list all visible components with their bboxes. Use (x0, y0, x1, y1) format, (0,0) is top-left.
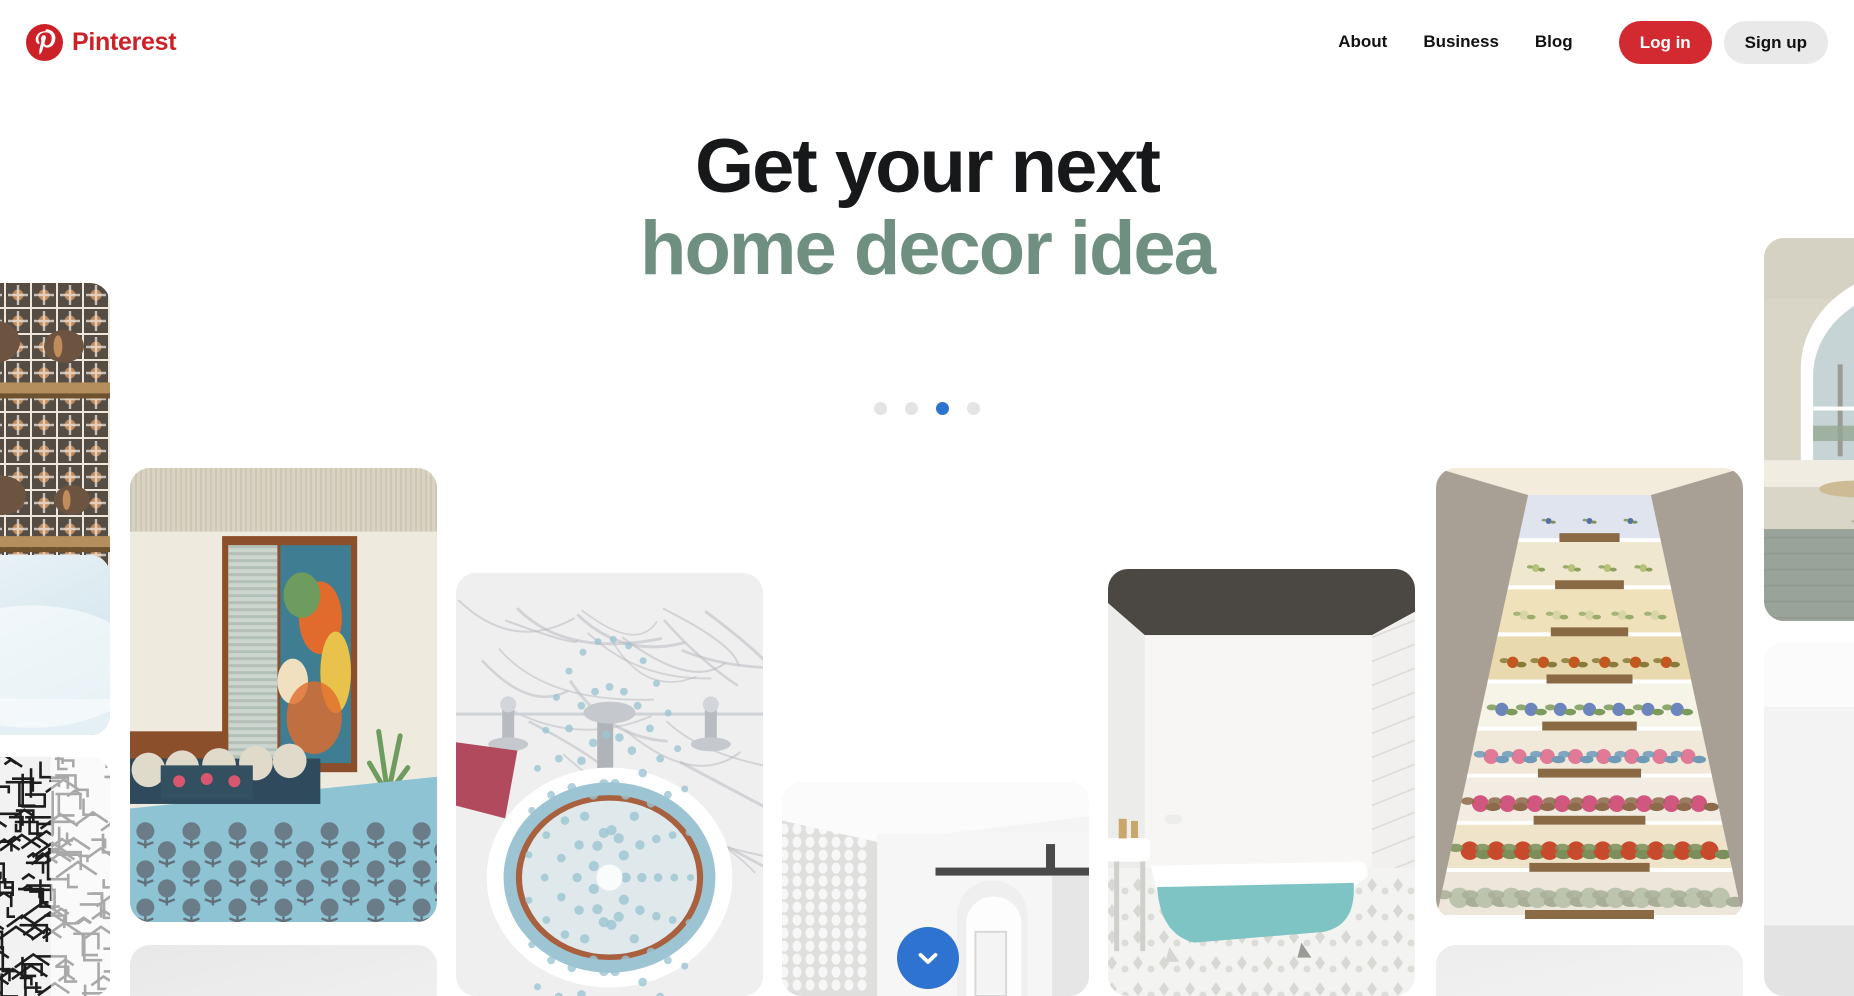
pinterest-logo-link[interactable]: Pinterest (26, 23, 177, 61)
main-navigation: About Business Blog Log in Sign up (1320, 20, 1828, 64)
pin-bright-white-interior[interactable] (1764, 643, 1854, 996)
nav-link-about[interactable]: About (1320, 24, 1405, 60)
carousel-dot-2[interactable] (905, 402, 918, 415)
pin-bedroom-with-mural-art-image (130, 468, 437, 922)
site-header: Pinterest About Business Blog Log in Sig… (0, 0, 1854, 84)
pin-floral-wallpaper-stairs[interactable] (1436, 468, 1743, 919)
pin-black-white-pattern-wall-image (0, 757, 110, 996)
pin-clawfoot-tub-white-bathroom-image (1108, 569, 1415, 996)
chevron-down-icon (913, 943, 943, 973)
carousel-dots (0, 402, 1854, 415)
pin-bright-white-interior-image (1764, 643, 1854, 996)
log-in-button[interactable]: Log in (1618, 20, 1712, 64)
pin-clawfoot-tub-white-bathroom[interactable] (1108, 569, 1415, 996)
pin-stairs-lower-image (1436, 945, 1743, 996)
carousel-dot-1[interactable] (874, 402, 887, 415)
pin-masonry-grid (0, 0, 1854, 996)
pin-bedroom-lower-image (130, 945, 437, 996)
nav-link-business[interactable]: Business (1405, 24, 1517, 60)
pin-light-blue-bathtub-image (0, 555, 110, 735)
pin-bedroom-lower[interactable] (130, 945, 437, 996)
nav-link-blog[interactable]: Blog (1517, 24, 1591, 60)
carousel-dot-4[interactable] (967, 402, 980, 415)
pin-floral-wallpaper-stairs-image (1436, 468, 1743, 919)
pin-arched-window-living-room[interactable] (1764, 238, 1854, 621)
pin-stairs-lower[interactable] (1436, 945, 1743, 996)
pin-arched-window-living-room-image (1764, 238, 1854, 621)
pin-moroccan-painted-sink[interactable] (456, 573, 763, 996)
pin-light-blue-bathtub[interactable] (0, 555, 110, 735)
pin-moroccan-painted-sink-image (456, 573, 763, 996)
pinterest-landing-page: Pinterest About Business Blog Log in Sig… (0, 0, 1854, 996)
pin-black-white-pattern-wall[interactable] (0, 757, 110, 996)
scroll-down-button[interactable] (897, 927, 959, 989)
sign-up-button[interactable]: Sign up (1723, 20, 1828, 64)
carousel-dot-3[interactable] (936, 402, 949, 415)
pinterest-wordmark: Pinterest (72, 27, 177, 56)
pinterest-logo-icon (26, 23, 63, 61)
pin-bedroom-with-mural-art[interactable] (130, 468, 437, 922)
